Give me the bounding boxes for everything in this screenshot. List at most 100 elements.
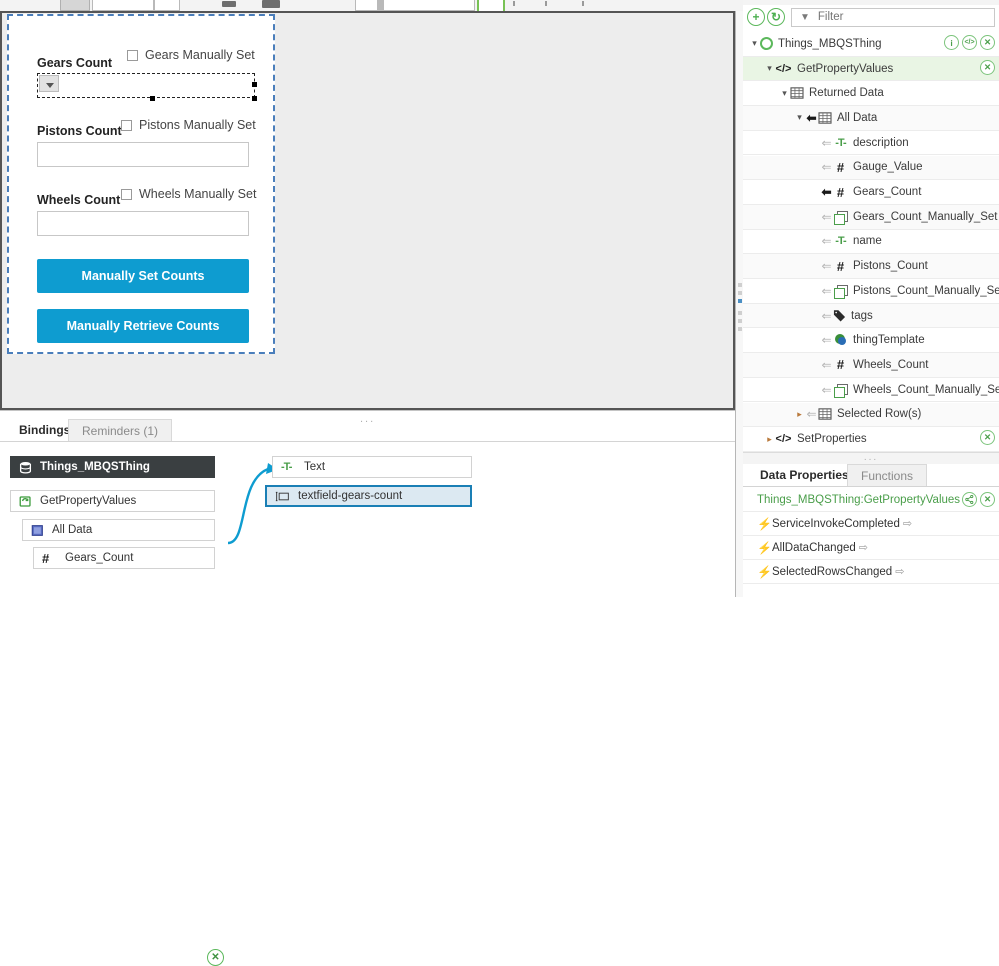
entity-filter-input[interactable]: ▼ [791, 8, 995, 27]
checkbox-box[interactable] [121, 120, 132, 131]
binding-out-icon[interactable]: ⇐ [820, 383, 833, 397]
checkbox-label: Wheels Manually Set [139, 187, 256, 201]
tab-data-properties[interactable]: Data Properties [747, 464, 862, 486]
chevron-down-icon[interactable]: ▾ [794, 112, 805, 123]
toolbar-input[interactable] [92, 0, 154, 11]
textfield-gears-count[interactable] [37, 73, 255, 98]
tree-row-label: Gears_Count_Manually_Set [853, 211, 997, 223]
binding-target-textfield[interactable]: textfield-gears-count [265, 485, 472, 507]
binding-out-icon[interactable]: ⇐ [820, 333, 833, 347]
tree-row-description[interactable]: ⇐-T-description [743, 131, 999, 156]
binding-out-icon[interactable]: ⇐ [820, 259, 833, 273]
chevron-down-icon[interactable]: ▾ [749, 38, 760, 49]
tree-row-returned-data[interactable]: ▾Returned Data [743, 81, 999, 106]
binding-out-icon[interactable]: ⇐ [820, 136, 833, 150]
binding-out-icon[interactable]: ⇐ [820, 160, 833, 174]
tree-row-setproperties[interactable]: ▸</> SetProperties ✕ [743, 427, 999, 452]
tree-row-label: Pistons_Count_Manually_Set [853, 285, 999, 297]
textfield-pistons-count[interactable] [37, 142, 249, 167]
chevron-down-icon[interactable]: ▾ [779, 88, 790, 99]
info-icon[interactable]: i [944, 35, 959, 50]
tree-row-things-mbqsthing[interactable]: ▾Things_MBQSThingi</>✕ [743, 32, 999, 57]
toolbar-button[interactable] [60, 0, 90, 11]
toolbar-icon[interactable] [262, 0, 280, 8]
binding-in-icon[interactable]: ⬅ [820, 185, 833, 199]
filter-text-input[interactable] [816, 10, 994, 24]
tree-row-label: SetProperties [797, 433, 867, 445]
table-icon [790, 87, 804, 99]
binding-source-service[interactable]: GetPropertyValues [10, 490, 215, 512]
binding-source-gears-count[interactable]: # Gears_Count [33, 547, 215, 569]
event-serviceinvokecompleted[interactable]: ⚡ ServiceInvokeCompleted ⇨ [743, 512, 999, 536]
binding-out-icon[interactable]: ⇐ [820, 234, 833, 248]
tab-reminders[interactable]: Reminders (1) [68, 419, 172, 441]
toolbar-text-input[interactable] [383, 0, 475, 11]
add-entity-icon[interactable]: + [747, 8, 765, 26]
widget-container[interactable]: Gears Count Gears Manually Set Pistons C… [7, 14, 275, 354]
tree-row-wheels-count[interactable]: ⇐#Wheels_Count [743, 353, 999, 378]
tree-row-all-data[interactable]: ▾⬅All Data [743, 106, 999, 131]
data-properties-title-row[interactable]: Things_MBQSThing:GetPropertyValues ✕ [743, 488, 999, 512]
binding-out-icon[interactable]: ⇐ [820, 284, 833, 298]
binding-source-alldata[interactable]: All Data [22, 519, 215, 541]
resize-handle-bottom[interactable] [150, 96, 155, 101]
mashup-canvas[interactable]: Gears Count Gears Manually Set Pistons C… [0, 11, 735, 410]
boolean-icon [833, 211, 848, 223]
checkbox-box[interactable] [121, 189, 132, 200]
pistons-manually-set-checkbox[interactable]: Pistons Manually Set [121, 118, 256, 132]
tree-row-name[interactable]: ⇐-T-name [743, 230, 999, 255]
thing-icon [760, 37, 773, 50]
dropdown-toggle-icon[interactable] [39, 75, 59, 92]
number-icon: # [833, 357, 848, 372]
tree-row-pistons-count-manually-set[interactable]: ⇐ Pistons_Count_Manually_Set [743, 279, 999, 304]
tree-row-pistons-count[interactable]: ⇐#Pistons_Count [743, 254, 999, 279]
share-icon[interactable] [962, 492, 977, 507]
wheels-manually-set-checkbox[interactable]: Wheels Manually Set [121, 187, 256, 201]
code-icon: </> [775, 433, 792, 445]
binding-source-label: Gears_Count [65, 552, 133, 564]
code-icon[interactable]: </> [962, 35, 977, 50]
manually-retrieve-counts-button[interactable]: Manually Retrieve Counts [37, 309, 249, 343]
binding-in-icon[interactable]: ⬅ [805, 111, 818, 125]
number-icon: # [833, 259, 848, 274]
tree-row-thingtemplate[interactable]: ⇐thingTemplate [743, 328, 999, 353]
event-label: SelectedRowsChanged [772, 566, 892, 578]
binding-out-icon[interactable]: ⇐ [820, 309, 833, 323]
binding-out-icon[interactable]: ⇐ [820, 358, 833, 372]
tree-row-gauge-value[interactable]: ⇐#Gauge_Value [743, 156, 999, 181]
tree-row-getpropertyvalues[interactable]: ▾</>GetPropertyValues✕ [743, 57, 999, 82]
funnel-icon: ▼ [800, 12, 810, 23]
binding-target-text[interactable]: -T- Text [272, 456, 472, 478]
refresh-entity-icon[interactable]: ↻ [767, 8, 785, 26]
tree-row-tags[interactable]: ⇐tags [743, 304, 999, 329]
checkbox-label: Gears Manually Set [145, 48, 255, 62]
toolbar-button[interactable] [154, 0, 180, 11]
resize-handle-bottom-right[interactable] [252, 96, 257, 101]
tree-row-wheels-count-manually-set[interactable]: ⇐Wheels_Count_Manually_Set [743, 378, 999, 403]
chevron-right-icon[interactable]: ▸ [794, 409, 805, 420]
tree-row-selected-row-s-[interactable]: ▸⇐Selected Row(s) [743, 403, 999, 428]
toolbar-spacer8 [380, 0, 382, 11]
chevron-right-icon[interactable]: ▸ [764, 434, 775, 445]
close-icon[interactable]: ✕ [980, 35, 995, 50]
checkbox-box[interactable] [127, 50, 138, 61]
binding-source-thing[interactable]: Things_MBQSThing [10, 456, 215, 478]
tree-row-gears-count-manually-set[interactable]: ⇐ Gears_Count_Manually_Set [743, 205, 999, 230]
textfield-wheels-count[interactable] [37, 211, 249, 236]
event-selectedrowschanged[interactable]: ⚡ SelectedRowsChanged ⇨ [743, 560, 999, 584]
toolbar-icon[interactable] [222, 1, 236, 7]
tree-row-gears-count[interactable]: ⬅#Gears_Count [743, 180, 999, 205]
close-icon[interactable]: ✕ [980, 492, 995, 507]
event-alldatachanged[interactable]: ⚡ AllDataChanged ⇨ [743, 536, 999, 560]
chevron-down-icon[interactable]: ▾ [764, 63, 775, 74]
binding-out-icon[interactable]: ⇐ [820, 210, 833, 224]
gears-manually-set-checkbox[interactable]: Gears Manually Set [127, 48, 255, 62]
event-label: AllDataChanged [772, 542, 856, 554]
resize-handle-right[interactable] [252, 82, 257, 87]
remove-binding-button[interactable]: ✕ [207, 949, 224, 966]
close-icon[interactable]: ✕ [980, 60, 995, 75]
manually-set-counts-button[interactable]: Manually Set Counts [37, 259, 249, 293]
binding-out-icon[interactable]: ⇐ [805, 407, 818, 421]
close-icon[interactable]: ✕ [980, 430, 995, 445]
tab-functions[interactable]: Functions [847, 464, 927, 486]
